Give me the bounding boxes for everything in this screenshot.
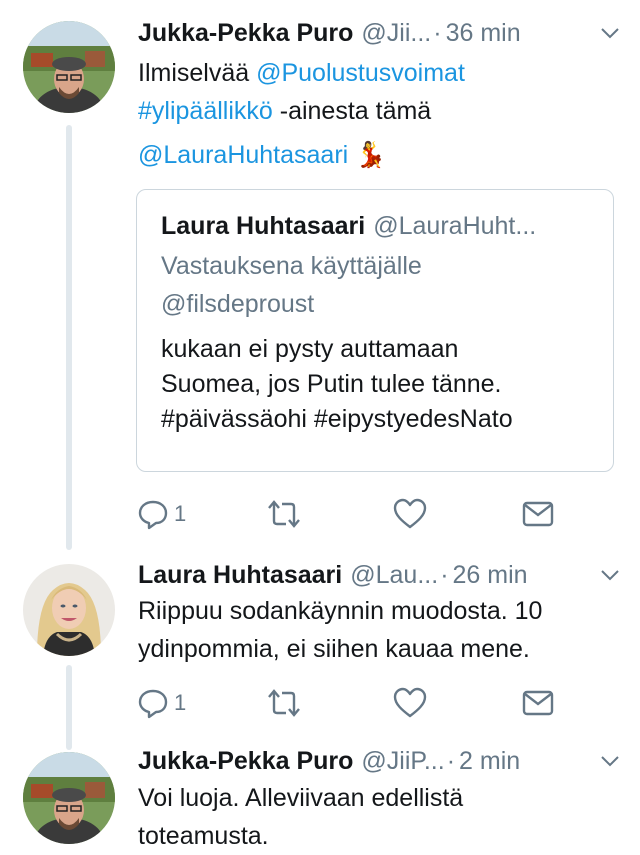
text-line: kukaan ei pysty auttamaan [161,335,459,363]
avatar[interactable] [23,752,115,844]
tweet-actions: 1 [136,683,566,723]
text-segment: Ilmiselvää [138,59,257,87]
reply-button[interactable]: 1 [136,683,186,723]
separator-dot: · [433,18,442,47]
reply-icon [138,500,168,530]
thread-line [66,665,72,750]
author-name[interactable]: Laura Huhtasaari [138,561,342,590]
author-handle[interactable]: @Jii... [361,19,431,48]
quoted-reply-context: Vastauksena käyttäjälle @filsdeproust [161,247,593,323]
tweet-actions: 1 [136,494,566,534]
quoted-author-name: Laura Huhtasaari [161,212,366,240]
text-line: #päivässäohi #eipystyedesNato [161,405,513,433]
quoted-author-handle: @LauraHuht... [373,212,537,240]
reply-count: 1 [174,501,187,526]
reply-icon [138,689,168,719]
like-icon [393,498,427,529]
chevron-down-icon[interactable] [598,749,622,773]
direct-message-button[interactable] [522,494,554,534]
chevron-down-icon[interactable] [598,21,622,45]
tweet-header: Laura Huhtasaari @Lau... · 26 min [138,558,622,592]
reply-count: 1 [174,690,187,715]
retweet-icon [268,689,300,717]
author-name[interactable]: Jukka-Pekka Puro [138,747,353,776]
timestamp[interactable]: 26 min [453,561,528,590]
author-name[interactable]: Jukka-Pekka Puro [138,19,353,48]
direct-message-icon [522,690,554,716]
avatar[interactable] [23,564,115,656]
reply-to-handle[interactable]: @filsdeproust [161,285,593,323]
reply-label: Vastauksena käyttäjälle [161,252,422,280]
direct-message-button[interactable] [522,683,554,723]
text-line: Riippuu sodankäynnin muodosta. 10 [138,597,543,625]
text-line: Suomea, jos Putin tulee tänne. [161,370,502,398]
reply-button[interactable]: 1 [136,494,186,534]
text-line: toteamusta. [138,822,269,850]
avatar[interactable] [23,21,115,113]
retweet-icon [268,500,300,528]
tweet-text: Voi luoja. Alleviivaan edellistä toteamu… [138,779,620,855]
quoted-tweet-text: kukaan ei pysty auttamaan Suomea, jos Pu… [161,332,593,437]
like-icon [393,687,427,718]
text-line: ydinpommia, ei siihen kauaa mene. [138,635,530,663]
like-button[interactable] [392,494,428,534]
quoted-tweet-header: Laura Huhtasaari @LauraHuht... [161,212,593,241]
author-handle[interactable]: @Lau... [350,561,438,590]
tweet-text: Ilmiselvää @Puolustusvoimat #ylipäällikk… [138,54,620,174]
tweet-text: Riippuu sodankäynnin muodosta. 10 ydinpo… [138,592,620,668]
chevron-down-icon[interactable] [598,563,622,587]
mention-link[interactable]: @Puolustusvoimat [256,59,465,87]
retweet-button[interactable] [266,683,302,723]
dancer-emoji: 💃 [355,141,387,169]
timestamp[interactable]: 36 min [446,19,521,48]
timestamp[interactable]: 2 min [459,747,520,776]
separator-dot: · [446,746,456,775]
tweet-header: Jukka-Pekka Puro @JiiP... · 2 min [138,744,622,778]
direct-message-icon [522,501,554,527]
quoted-tweet[interactable]: Laura Huhtasaari @LauraHuht... Vastaukse… [136,189,614,472]
mention-link[interactable]: @LauraHuhtasaari [138,141,348,169]
like-button[interactable] [392,683,428,723]
retweet-button[interactable] [266,494,302,534]
text-segment: -ainesta tämä [272,97,432,125]
author-handle[interactable]: @JiiP... [361,747,444,776]
thread-line [66,125,72,550]
hashtag-link[interactable]: #ylipäällikkö [138,97,273,125]
text-line: Voi luoja. Alleviivaan edellistä [138,784,464,812]
tweet-header: Jukka-Pekka Puro @Jii... · 36 min [138,16,622,50]
separator-dot: · [440,560,449,589]
